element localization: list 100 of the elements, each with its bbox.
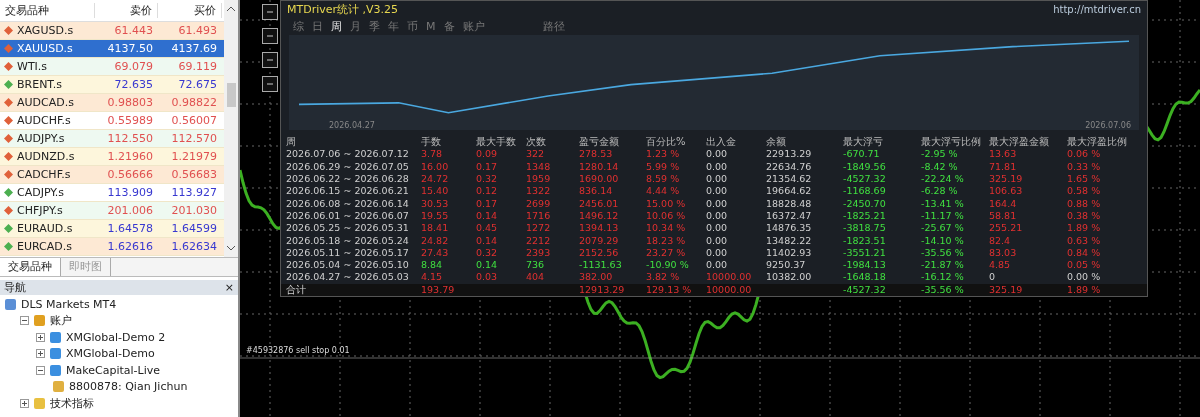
symbol-row[interactable]: CADCHF.s 0.56666 0.56683	[0, 166, 224, 184]
collapse-toggle[interactable]	[36, 365, 45, 375]
ask-price: 112.570	[170, 132, 218, 145]
table-cell-text: -1131.63	[579, 259, 623, 272]
tool-icon[interactable]	[262, 4, 278, 20]
period-tab[interactable]: 周	[331, 19, 342, 34]
collapse-toggle[interactable]	[20, 316, 29, 326]
table-cell-text: -35.56 %	[921, 283, 965, 296]
bid-price: 201.006	[106, 204, 154, 217]
symbol-row[interactable]: EURAUD.s 1.64578 1.64599	[0, 220, 224, 238]
symbol-name: CADCHF.s	[17, 168, 71, 181]
indicator-icon	[33, 396, 46, 410]
table-cell-text: 2026.05.18 ~ 2026.05.24	[286, 234, 410, 247]
expand-toggle[interactable]	[36, 332, 45, 342]
symbol-name: AUDJPY.s	[17, 132, 65, 145]
table-cell-text: 0.03	[476, 271, 499, 284]
ask-price: 0.56007	[170, 114, 218, 127]
tree-item[interactable]: 账户	[50, 313, 72, 329]
table-cell-text: 0.00	[706, 197, 729, 210]
tool-icon[interactable]	[262, 76, 278, 92]
table-cell-text: 2026.07.06 ~ 2026.07.12	[286, 148, 410, 161]
scrollbar[interactable]	[224, 0, 238, 257]
symbol-row[interactable]: XAUUSD.s 4137.50 4137.69	[0, 40, 224, 58]
tree-item[interactable]: 技术指标	[50, 395, 94, 411]
table-cell-text: 15.00 %	[646, 197, 687, 210]
panel-tab[interactable]: 交易品种	[0, 258, 61, 276]
column-header[interactable]: 买价	[158, 3, 222, 18]
column-header: 最大浮盈比例	[1067, 135, 1128, 150]
table-cell-text: 24.82	[421, 234, 450, 247]
table-cell-text: 0.00	[706, 209, 729, 223]
table-cell-text: 13482.22	[766, 234, 813, 247]
tree-item[interactable]: XMGlobal-Demo 2	[66, 330, 166, 344]
table-cell-text: 16372.47	[766, 209, 813, 223]
table-cell-text: 0.00	[706, 259, 729, 272]
column-header: 周	[286, 135, 297, 150]
symbol-row[interactable]: XAGUSD.s 61.443 61.493	[0, 22, 224, 40]
table-cell-text: 2393	[526, 246, 552, 260]
scroll-down-icon[interactable]	[227, 246, 235, 251]
table-cell-text: 3.78	[421, 148, 444, 161]
tree-item[interactable]: XMGlobal-Demo	[66, 347, 155, 361]
symbol-row[interactable]: EURCAD.s 1.62616 1.62634	[0, 238, 224, 256]
symbol-row[interactable]: AUDCAD.s 0.98803 0.98822	[0, 94, 224, 112]
expand-toggle[interactable]	[36, 349, 45, 359]
period-tab[interactable]: 月	[350, 19, 361, 34]
symbol-row[interactable]: WTI.s 69.079 69.119	[0, 58, 224, 76]
period-tab[interactable]: 年	[388, 19, 399, 34]
table-cell-text: 325.19	[989, 283, 1024, 296]
table-cell-text: -11.17 %	[921, 209, 965, 223]
tree-item[interactable]: 8800878: Qian Jichun	[69, 380, 188, 394]
period-tab[interactable]: 日	[312, 19, 323, 34]
table-cell-text: -2.95 %	[921, 148, 959, 161]
table-cell-text: 0.88 %	[1067, 197, 1102, 210]
symbol-row[interactable]: CHFJPY.s 201.006 201.030	[0, 202, 224, 220]
column-header[interactable]: 交易品种	[0, 3, 95, 18]
scroll-up-icon[interactable]	[227, 6, 235, 11]
period-tab[interactable]: 路径	[542, 19, 565, 34]
server-icon	[49, 330, 62, 344]
symbol-name: CHFJPY.s	[17, 204, 63, 217]
symbol-name: AUDCHF.s	[17, 114, 71, 127]
symbol-name: AUDNZD.s	[17, 150, 75, 163]
panel-title: MTDriver统计 ,V3.25	[287, 1, 399, 17]
table-cell-text: 4.85	[989, 259, 1012, 272]
period-tab[interactable]: M	[426, 20, 436, 33]
tool-icon[interactable]	[262, 28, 278, 44]
tree-item[interactable]: MakeCapital-Live	[66, 363, 160, 377]
period-tab[interactable]: 综	[293, 19, 304, 34]
period-tab[interactable]: 币	[407, 19, 418, 34]
table-cell-text: -2450.70	[843, 197, 887, 210]
table-cell-text: 0.33 %	[1067, 160, 1102, 174]
table-cell-text: 1496.12	[579, 209, 620, 223]
symbol-row[interactable]: BRENT.s 72.635 72.675	[0, 76, 224, 94]
table-cell-text: 10000.00	[706, 283, 753, 296]
period-tab[interactable]: 季	[369, 19, 380, 34]
scroll-thumb[interactable]	[226, 83, 236, 107]
table-cell-text: 1.23 %	[646, 148, 681, 161]
tool-icon[interactable]	[262, 52, 278, 68]
close-button[interactable]: ×	[224, 281, 234, 294]
expand-toggle[interactable]	[20, 398, 29, 408]
period-tab[interactable]: 账户	[462, 19, 485, 34]
table-cell-text: 0.00	[706, 148, 729, 161]
table-cell-text: -21.87 %	[921, 259, 965, 272]
table-cell-text: 0.14	[476, 259, 499, 272]
period-tab[interactable]: 备	[443, 19, 455, 34]
table-cell-text: 129.13 %	[646, 283, 693, 296]
table-cell-text: -1648.18	[843, 271, 887, 284]
table-cell-text: 8.59 %	[646, 173, 681, 186]
table-cell-text: -4527.32	[843, 173, 887, 186]
table-cell-text: 0.09	[476, 148, 499, 161]
column-header[interactable]: 卖价	[95, 3, 158, 18]
table-cell-text: 1.65 %	[1067, 173, 1102, 186]
website-link[interactable]: http://mtdriver.cn	[1053, 3, 1141, 15]
table-cell-text: -10.90 %	[646, 259, 690, 272]
tree-item[interactable]: DLS Markets MT4	[21, 297, 117, 311]
ask-price: 4137.69	[170, 42, 218, 55]
table-cell-text: 2026.05.25 ~ 2026.05.31	[286, 222, 410, 235]
symbol-row[interactable]: AUDNZD.s 1.21960 1.21979	[0, 148, 224, 166]
symbol-row[interactable]: AUDJPY.s 112.550 112.570	[0, 130, 224, 148]
table-cell-text: 1690.00	[579, 173, 620, 186]
table-cell-text: 1716	[526, 209, 552, 223]
table-cell-text: 1394.13	[579, 222, 620, 235]
